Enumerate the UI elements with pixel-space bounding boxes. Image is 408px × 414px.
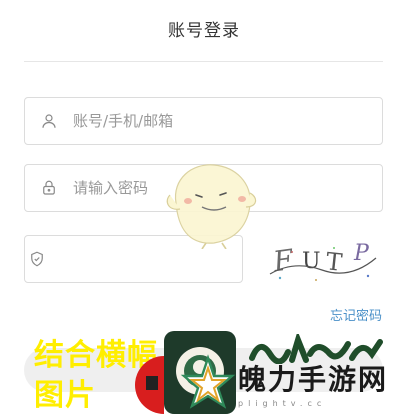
svg-text:P: P [353,241,370,266]
svg-text:U: U [302,249,321,274]
watermark-subtitle: plightv.cc [238,399,327,408]
account-input[interactable] [73,98,382,144]
watermark-star-icon [180,354,236,409]
account-field[interactable] [24,97,383,145]
forgot-password-link[interactable]: 忘记密码 [330,305,382,324]
captcha-image[interactable]: F U T P [264,230,382,286]
mascot-illustration [166,164,257,249]
svg-text:F: F [270,243,296,279]
user-icon [25,98,73,144]
watermark-name: 魄力手游网 [238,363,389,396]
page-title: 账号登录 [168,21,240,41]
shield-icon [25,236,48,282]
lock-icon [25,165,73,211]
title-divider [24,61,383,62]
red-badge-icon [135,356,164,414]
banner-text-line2: 图片 [34,378,96,413]
